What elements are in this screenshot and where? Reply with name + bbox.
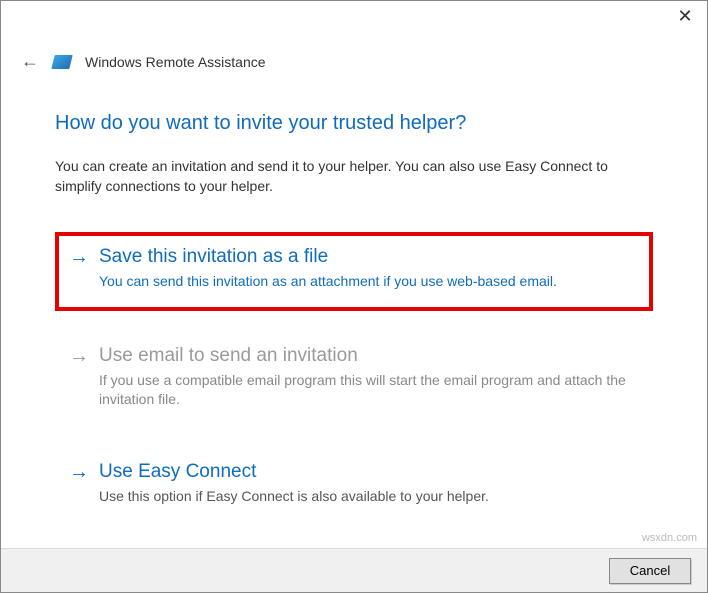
option-head: → Use Easy Connect <box>69 461 639 483</box>
option-head: → Save this invitation as a file <box>69 246 639 268</box>
close-button[interactable]: ✕ <box>663 1 707 31</box>
page-description: You can create an invitation and send it… <box>55 157 653 196</box>
app-icon <box>51 55 72 69</box>
back-button[interactable]: ← <box>21 51 39 72</box>
option-title: Use email to send an invitation <box>99 345 358 367</box>
close-icon: ✕ <box>677 6 692 27</box>
page-heading: How do you want to invite your trusted h… <box>55 112 653 135</box>
app-title: Windows Remote Assistance <box>85 54 266 70</box>
option-send-email: → Use email to send an invitation If you… <box>55 333 653 423</box>
option-desc: If you use a compatible email program th… <box>99 371 639 409</box>
option-easy-connect[interactable]: → Use Easy Connect Use this option if Ea… <box>55 449 653 520</box>
option-desc: You can send this invitation as an attac… <box>99 272 639 291</box>
arrow-right-icon: → <box>69 462 89 482</box>
titlebar: ✕ <box>1 1 707 37</box>
footer: Cancel <box>1 548 707 592</box>
option-save-file[interactable]: → Save this invitation as a file You can… <box>55 232 653 311</box>
arrow-right-icon: → <box>69 247 89 267</box>
cancel-button[interactable]: Cancel <box>609 558 691 584</box>
watermark: wsxdn.com <box>642 532 697 544</box>
header: ← Windows Remote Assistance <box>1 51 707 72</box>
content: How do you want to invite your trusted h… <box>1 72 707 520</box>
option-title: Use Easy Connect <box>99 461 256 483</box>
arrow-right-icon: → <box>69 346 89 366</box>
option-title: Save this invitation as a file <box>99 246 328 268</box>
option-desc: Use this option if Easy Connect is also … <box>99 487 639 506</box>
option-head: → Use email to send an invitation <box>69 345 639 367</box>
